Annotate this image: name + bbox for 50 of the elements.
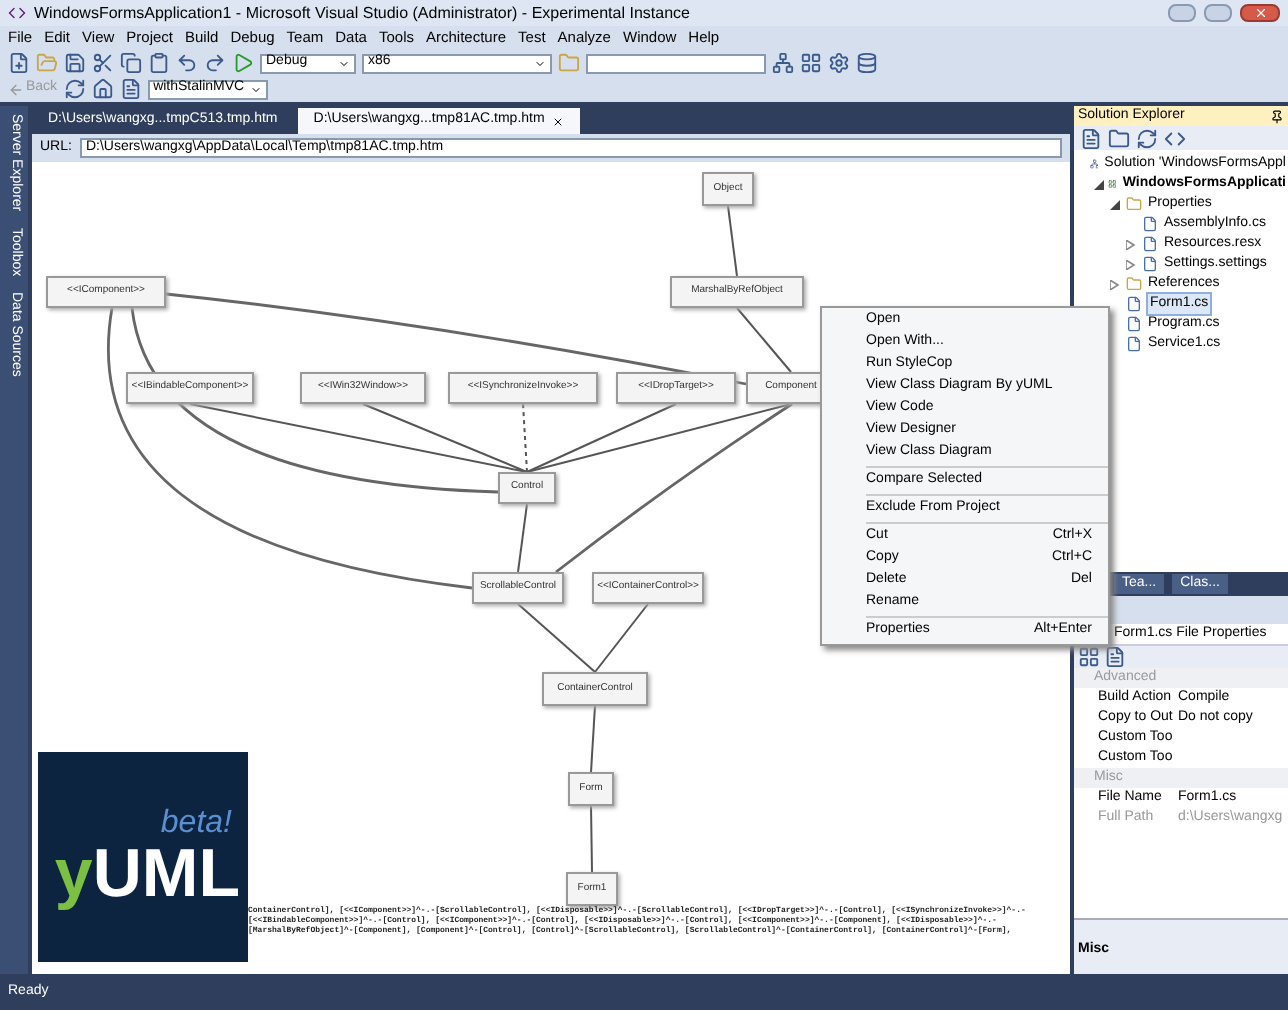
beta-label: beta! xyxy=(160,807,232,839)
project-icon xyxy=(1108,176,1117,192)
view-code-icon[interactable] xyxy=(1164,127,1186,149)
file-icon xyxy=(1126,336,1142,352)
caret-icon xyxy=(249,83,262,95)
show-files-icon[interactable] xyxy=(1108,127,1130,149)
undo-icon[interactable] xyxy=(176,52,198,74)
grid-icon[interactable] xyxy=(800,52,822,74)
close-button[interactable] xyxy=(1240,4,1280,22)
refresh-icon[interactable] xyxy=(63,78,86,100)
connector-line xyxy=(590,805,593,873)
file-icon xyxy=(1126,316,1142,332)
paste-icon[interactable] xyxy=(148,52,170,74)
start-icon[interactable] xyxy=(232,52,254,74)
expander-icon[interactable] xyxy=(1094,179,1104,189)
caret-icon xyxy=(338,57,350,69)
pin-icon[interactable] xyxy=(1270,109,1284,123)
expander-icon[interactable] xyxy=(1110,199,1122,209)
cut-icon[interactable] xyxy=(92,52,114,74)
document-icon[interactable] xyxy=(119,78,142,100)
categorized-icon[interactable] xyxy=(1078,646,1100,668)
save-icon[interactable] xyxy=(64,52,86,74)
find-dropdown[interactable] xyxy=(586,53,766,73)
properties-icon[interactable] xyxy=(1080,127,1102,149)
app-icon xyxy=(8,4,26,22)
file-icon xyxy=(1142,216,1158,232)
solution-icon xyxy=(1089,156,1099,172)
caret-icon xyxy=(534,57,546,69)
connector-line xyxy=(517,503,528,573)
redo-icon[interactable] xyxy=(204,52,226,74)
file-icon xyxy=(1142,256,1158,272)
refresh-icon[interactable] xyxy=(1136,127,1158,149)
close-icon[interactable] xyxy=(552,115,565,127)
home-icon[interactable] xyxy=(91,78,114,100)
logo-text: yUML xyxy=(54,839,240,907)
file-icon xyxy=(1126,296,1142,312)
alphabetical-icon[interactable] xyxy=(1104,646,1126,668)
new-project-icon[interactable] xyxy=(8,52,30,74)
database-icon[interactable] xyxy=(856,52,878,74)
settings-icon[interactable] xyxy=(828,52,850,74)
copy-icon[interactable] xyxy=(120,52,142,74)
connector-line xyxy=(727,205,738,277)
close-icon xyxy=(1253,6,1267,20)
folder-icon xyxy=(1126,276,1142,292)
window-title: WindowsFormsApplication1 - Microsoft Visual Studio (Administrator) - Experimental Instance xyxy=(34,1,690,25)
folder-icon xyxy=(1126,196,1142,212)
connector-line xyxy=(590,705,596,773)
back-arrow-icon xyxy=(8,81,24,97)
diagram-icon[interactable] xyxy=(772,52,794,74)
file-icon xyxy=(1142,236,1158,252)
